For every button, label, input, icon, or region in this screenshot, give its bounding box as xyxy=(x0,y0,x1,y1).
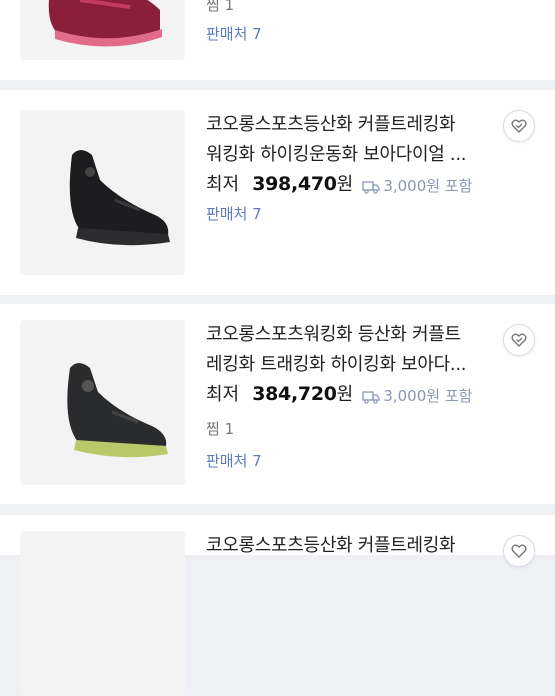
shipping-text: 3,000원 포함 xyxy=(383,387,473,405)
product-title[interactable]: 코오롱스포츠워킹화 등산화 커플트 레킹화 트래킹화 하이킹화 보아다... xyxy=(206,320,491,380)
shipping-info: 3,000원 포함 xyxy=(362,385,472,406)
product-card-4[interactable]: 코오롱스포츠등산화 커플트레킹화 xyxy=(0,515,555,696)
truck-icon xyxy=(362,181,380,194)
product-title[interactable]: 코오롱스포츠등산화 커플트레킹화 xyxy=(206,531,491,561)
product-title-line-2: 레킹화 트래킹화 하이킹화 보아다... xyxy=(206,354,467,375)
product-image-1[interactable] xyxy=(20,0,185,60)
wishlist-button[interactable] xyxy=(503,110,535,142)
shoe-image xyxy=(69,150,170,246)
seller-count-link[interactable]: 판매처 7 xyxy=(206,203,262,224)
product-card-3[interactable]: 코오롱스포츠워킹화 등산화 커플트 레킹화 트래킹화 하이킹화 보아다... 최… xyxy=(0,304,555,504)
price-label: 최저 xyxy=(206,174,240,195)
lowest-price: 384,720 xyxy=(252,383,337,405)
like-count: 찜 1 xyxy=(206,0,235,14)
heart-icon xyxy=(511,544,527,558)
product-title-line-2: 워킹화 하이킹운동화 보아다이얼 ... xyxy=(206,144,467,165)
wishlist-button[interactable] xyxy=(503,324,535,356)
price-label: 최저 xyxy=(206,384,240,405)
product-image-2[interactable] xyxy=(20,110,185,275)
seller-count-link[interactable]: 판매처 7 xyxy=(206,450,262,471)
heart-icon xyxy=(511,333,527,347)
product-card-1[interactable]: 찜 1 판매처 7 xyxy=(0,0,555,80)
lowest-price: 398,470 xyxy=(252,173,337,195)
shoe-image xyxy=(48,0,162,47)
price-row: 최저 398,470원 3,000원 포함 xyxy=(206,170,472,196)
shipping-info: 3,000원 포함 xyxy=(362,175,472,196)
product-title-line-1: 코오롱스포츠등산화 커플트레킹화 xyxy=(206,114,456,135)
wishlist-button[interactable] xyxy=(503,535,535,567)
seller-count-link[interactable]: 판매처 7 xyxy=(206,23,262,44)
product-title[interactable]: 코오롱스포츠등산화 커플트레킹화 워킹화 하이킹운동화 보아다이얼 ... xyxy=(206,110,491,170)
product-image-4[interactable] xyxy=(20,531,185,696)
heart-icon xyxy=(511,119,527,133)
shoe-image xyxy=(67,363,168,458)
truck-icon xyxy=(362,391,380,404)
product-title-line-1: 코오롱스포츠등산화 커플트레킹화 xyxy=(206,535,456,556)
shipping-text: 3,000원 포함 xyxy=(383,177,473,195)
price-row: 최저 384,720원 3,000원 포함 xyxy=(206,380,472,406)
currency-unit: 원 xyxy=(336,384,354,405)
like-count: 찜 1 xyxy=(206,420,235,438)
product-card-2[interactable]: 코오롱스포츠등산화 커플트레킹화 워킹화 하이킹운동화 보아다이얼 ... 최저… xyxy=(0,90,555,295)
currency-unit: 원 xyxy=(336,174,354,195)
product-title-line-1: 코오롱스포츠워킹화 등산화 커플트 xyxy=(206,324,461,345)
product-image-3[interactable] xyxy=(20,320,185,485)
